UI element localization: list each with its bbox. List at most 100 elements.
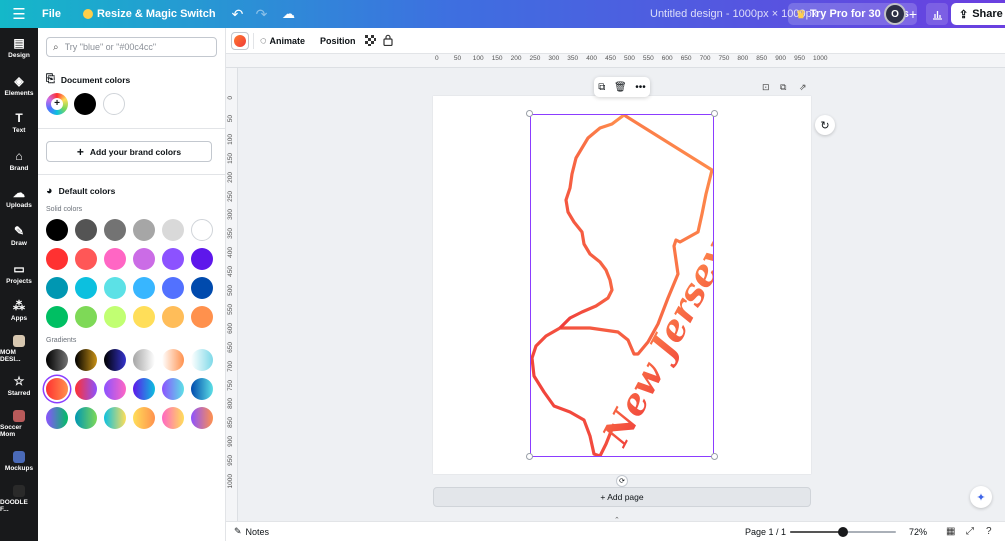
rail-item-soccer-mom[interactable]: Soccer Mom	[0, 406, 38, 442]
color-picker-button[interactable]	[231, 32, 249, 50]
add-page-button[interactable]: + Add page	[433, 487, 811, 507]
solid-color-swatch[interactable]	[191, 248, 213, 270]
rotate-handle-icon[interactable]: ⟳	[616, 475, 628, 487]
add-brand-colors-button[interactable]: + Add your brand colors	[46, 141, 212, 162]
rail-item-draw[interactable]: ✎ Draw	[0, 218, 38, 254]
page-indicator[interactable]: Page 1 / 1	[745, 527, 786, 537]
insights-icon[interactable]	[926, 3, 948, 25]
resize-button[interactable]: Resize & Magic Switch	[73, 0, 226, 28]
solid-color-swatch[interactable]	[75, 277, 97, 299]
gradient-swatch[interactable]	[46, 349, 68, 371]
document-color-swatch[interactable]	[103, 93, 125, 115]
cloud-save-icon[interactable]: ☁	[274, 0, 304, 28]
duplicate-page-icon[interactable]: ⧉	[780, 82, 786, 93]
solid-color-swatch[interactable]	[104, 219, 126, 241]
transparency-icon[interactable]	[363, 33, 377, 47]
rail-item-brand[interactable]: ⌂ Brand	[0, 143, 38, 179]
solid-color-swatch[interactable]	[162, 306, 184, 328]
gradient-swatch[interactable]	[191, 378, 213, 400]
gradient-swatch[interactable]	[162, 349, 184, 371]
solid-color-swatch[interactable]	[46, 219, 68, 241]
add-collaborator-icon[interactable]: +	[906, 0, 920, 28]
rail-item-text[interactable]: T Text	[0, 105, 38, 141]
lock-page-icon[interactable]: ⊡	[762, 82, 770, 93]
refresh-icon[interactable]: ↻	[815, 115, 835, 135]
resize-handle-bl[interactable]	[526, 453, 533, 460]
zoom-level[interactable]: 72%	[909, 527, 927, 537]
gradient-swatch[interactable]	[46, 378, 68, 400]
ruler-tick-label: 550	[642, 55, 654, 62]
solid-color-swatch[interactable]	[191, 219, 213, 241]
gradient-swatch[interactable]	[133, 378, 155, 400]
lock-icon[interactable]	[381, 33, 395, 47]
gradient-swatch[interactable]	[133, 407, 155, 429]
solid-color-swatch[interactable]	[133, 219, 155, 241]
fullscreen-icon[interactable]: ⤢	[966, 526, 974, 537]
grid-view-icon[interactable]: ▦	[946, 526, 955, 537]
undo-icon[interactable]: ↶	[226, 0, 250, 28]
solid-color-swatch[interactable]	[75, 219, 97, 241]
gradient-swatch[interactable]	[104, 349, 126, 371]
color-search-input[interactable]	[64, 42, 205, 52]
share-button[interactable]: ⇪ Share	[951, 3, 1005, 25]
resize-handle-br[interactable]	[711, 453, 718, 460]
rail-item-uploads[interactable]: ☁ Uploads	[0, 180, 38, 216]
rail-item-apps[interactable]: ⁂ Apps	[0, 293, 38, 329]
gradient-swatch[interactable]	[104, 407, 126, 429]
solid-color-swatch[interactable]	[75, 306, 97, 328]
solid-color-swatch[interactable]	[162, 277, 184, 299]
solid-color-swatch[interactable]	[133, 248, 155, 270]
solid-color-swatch[interactable]	[133, 277, 155, 299]
rail-item-starred[interactable]: ☆ Starred	[0, 368, 38, 404]
gradient-swatch[interactable]	[75, 349, 97, 371]
more-options-icon[interactable]: •••	[635, 82, 646, 93]
share-page-icon[interactable]: ⇗	[799, 82, 807, 93]
rail-item-design[interactable]: ▤ Design	[0, 30, 38, 66]
solid-color-swatch[interactable]	[133, 306, 155, 328]
position-button[interactable]: Position	[320, 32, 356, 50]
solid-color-swatch[interactable]	[104, 277, 126, 299]
gradient-swatch[interactable]	[133, 349, 155, 371]
avatar[interactable]: O	[884, 3, 906, 25]
solid-color-swatch[interactable]	[46, 277, 68, 299]
document-color-swatch[interactable]	[74, 93, 96, 115]
resize-handle-tl[interactable]	[526, 110, 533, 117]
gradient-swatch[interactable]	[162, 407, 184, 429]
solid-color-swatch[interactable]	[191, 306, 213, 328]
gradient-swatch[interactable]	[162, 378, 184, 400]
solid-color-swatch[interactable]	[46, 248, 68, 270]
magic-assistant-icon[interactable]: ✦	[970, 486, 992, 508]
gradient-swatch[interactable]	[75, 378, 97, 400]
file-menu[interactable]: File	[38, 0, 73, 28]
duplicate-icon[interactable]: ⧉	[598, 82, 605, 93]
menu-icon[interactable]: ☰	[0, 0, 38, 28]
delete-icon[interactable]: 🗑	[614, 82, 627, 93]
gradient-swatch[interactable]	[191, 407, 213, 429]
add-color-swatch[interactable]: +	[46, 93, 68, 115]
solid-color-swatch[interactable]	[191, 277, 213, 299]
gradient-swatch[interactable]	[191, 349, 213, 371]
gradient-swatch[interactable]	[75, 407, 97, 429]
rail-label: MOM DESI...	[0, 348, 21, 363]
zoom-slider[interactable]	[790, 527, 896, 537]
resize-handle-tr[interactable]	[711, 110, 718, 117]
redo-icon[interactable]: ↷	[250, 0, 274, 28]
rail-item-doodle-f[interactable]: DOODLE F...	[0, 481, 38, 517]
solid-color-swatch[interactable]	[162, 248, 184, 270]
solid-color-swatch[interactable]	[104, 306, 126, 328]
rail-item-mom-desi[interactable]: MOM DESI...	[0, 331, 38, 367]
notes-button[interactable]: ✎ Notes	[234, 526, 269, 537]
rail-item-elements[interactable]: ◈ Elements	[0, 68, 38, 104]
color-search[interactable]: ⌕	[46, 37, 217, 57]
solid-color-swatch[interactable]	[162, 219, 184, 241]
gradient-swatch[interactable]	[46, 407, 68, 429]
rail-item-mockups[interactable]: Mockups	[0, 444, 38, 480]
animate-button[interactable]: ◌ Animate	[260, 32, 305, 50]
solid-color-swatch[interactable]	[46, 306, 68, 328]
solid-color-swatch[interactable]	[75, 248, 97, 270]
rail-item-projects[interactable]: ▭ Projects	[0, 256, 38, 292]
zoom-slider-knob[interactable]	[838, 527, 848, 537]
solid-color-swatch[interactable]	[104, 248, 126, 270]
gradient-swatch[interactable]	[104, 378, 126, 400]
help-icon[interactable]: ?	[986, 526, 992, 537]
